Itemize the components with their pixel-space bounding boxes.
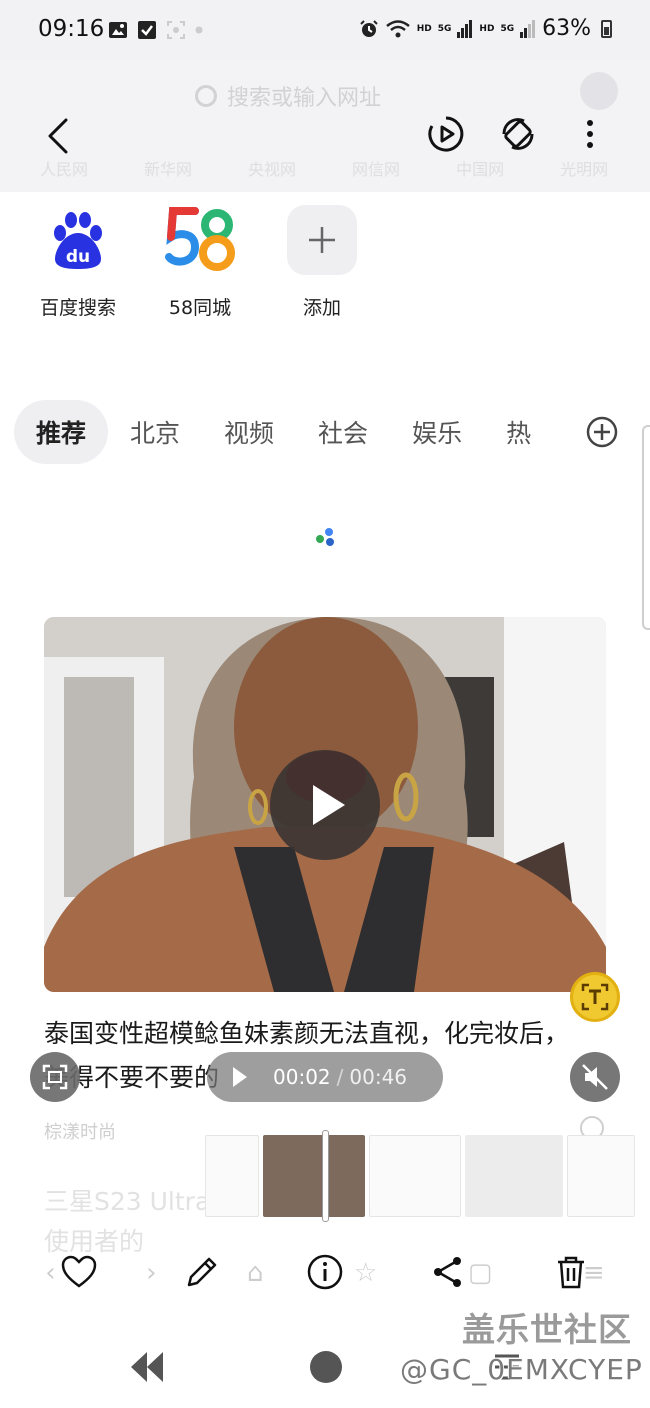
text-recognize-icon (581, 983, 609, 1011)
watermark-user: @GC_0EMXCYEP (400, 1353, 643, 1386)
battery-icon (601, 19, 612, 38)
tab-society[interactable]: 社会 (296, 400, 390, 464)
video-filmstrip[interactable] (205, 1135, 650, 1217)
signal-icon (457, 19, 473, 38)
tab-beijing[interactable]: 北京 (108, 400, 202, 464)
news-tabs: 推荐 北京 视频 社会 娱乐 热 (14, 400, 553, 464)
ghost-link: 光明网 (560, 160, 609, 179)
alarm-icon (360, 19, 378, 37)
time-separator: / (336, 1065, 344, 1089)
back-button[interactable] (40, 114, 80, 158)
share-icon[interactable] (429, 1253, 467, 1291)
filmstrip-frame (263, 1135, 365, 1217)
checkbox-icon (138, 21, 156, 39)
rewind-back-icon[interactable] (127, 1350, 165, 1384)
network-type-2: HD (479, 23, 495, 34)
gallery-icon (109, 22, 127, 38)
signal-type-1: 5G (437, 23, 452, 34)
quick-link-label: 添加 (302, 297, 341, 319)
play-pause-icon[interactable] (207, 1052, 257, 1102)
mute-button[interactable] (570, 1052, 620, 1102)
quick-link-label: 百度搜索 (39, 297, 116, 319)
video-player-bar[interactable]: 00:02 / 00:46 (207, 1052, 443, 1102)
tab-entertainment[interactable]: 娱乐 (390, 400, 484, 464)
home-button[interactable] (310, 1351, 342, 1383)
next-article-line: 三星S23 Ultra (44, 1187, 211, 1216)
duration: 00:46 (349, 1065, 408, 1089)
quick-link-label: 58同城 (168, 297, 232, 319)
status-time: 09:16 (38, 16, 105, 42)
add-tab-icon[interactable] (586, 416, 618, 448)
ghost-link: 中国网 (456, 160, 505, 179)
rotate-icon[interactable] (498, 114, 538, 154)
ghost-link-row: 人民网 新华网 央视网 网信网 中国网 光明网 (40, 156, 608, 180)
more-options-icon[interactable] (570, 114, 610, 154)
tab-recommend[interactable]: 推荐 (14, 400, 109, 464)
search-icon (195, 85, 217, 107)
signal-type-2: 5G (500, 23, 515, 34)
favorite-icon[interactable] (60, 1253, 98, 1291)
search-bar-ghost: 搜索或输入网址 (195, 80, 381, 112)
top-bar: 搜索或输入网址 人民网 新华网 央视网 网信网 中国网 光明网 (0, 62, 650, 192)
dot-icon (195, 26, 203, 34)
play-button[interactable] (270, 750, 380, 860)
ghost-link: 新华网 (144, 160, 193, 179)
network-type-1: HD (416, 23, 432, 34)
plus-icon (287, 205, 357, 275)
status-right: HD 5G HD 5G 63% (359, 16, 612, 41)
quick-links: du 百度搜索 58同城 添加 (30, 205, 370, 320)
avatar (580, 72, 618, 110)
scrollbar[interactable] (642, 425, 650, 630)
notification-icons (108, 20, 203, 40)
current-time: 00:02 (273, 1065, 331, 1089)
ghost-link: 央视网 (248, 160, 297, 179)
quick-link-58[interactable]: 58同城 (152, 205, 248, 320)
delete-icon[interactable] (552, 1253, 590, 1291)
quick-link-add[interactable]: 添加 (274, 205, 370, 320)
ghost-link: 人民网 (40, 160, 89, 179)
baidu-icon: du (43, 205, 113, 275)
gallery-action-bar (0, 1243, 650, 1303)
tab-hot[interactable]: 热 (484, 400, 553, 464)
battery-percent: 63% (542, 16, 591, 41)
edit-icon[interactable] (183, 1253, 221, 1291)
tab-video[interactable]: 视频 (202, 400, 296, 464)
ghost-link: 网信网 (352, 160, 401, 179)
58-icon (165, 205, 235, 275)
quick-link-baidu[interactable]: du 百度搜索 (30, 205, 126, 320)
scan-icon (167, 21, 185, 39)
signal-icon-2 (520, 19, 536, 38)
wifi-icon (385, 19, 410, 37)
viewer-toolbar (426, 114, 610, 154)
filmstrip-frame (465, 1135, 563, 1217)
capture-frame-button[interactable] (30, 1052, 80, 1102)
info-icon[interactable] (306, 1253, 344, 1291)
search-placeholder: 搜索或输入网址 (227, 86, 382, 111)
play-video-icon[interactable] (426, 114, 466, 154)
filmstrip-frame (567, 1135, 635, 1217)
loading-icon (316, 528, 334, 546)
filmstrip-scrubber[interactable] (322, 1130, 329, 1222)
article-source: 棕漾时尚 (44, 1122, 116, 1143)
filmstrip-frame (205, 1135, 259, 1217)
filmstrip-frame (369, 1135, 461, 1217)
svg-text:du: du (66, 247, 90, 267)
status-bar: 09:16 HD 5G HD 5G 63% (0, 0, 650, 62)
